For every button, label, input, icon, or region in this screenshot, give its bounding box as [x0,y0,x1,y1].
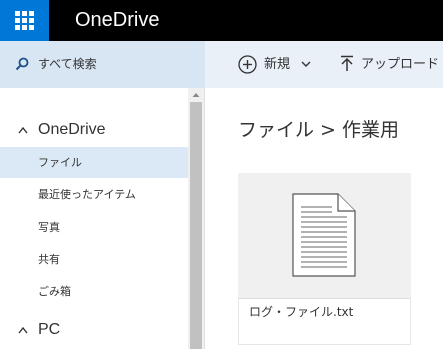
upload-button[interactable]: アップロード [338,41,443,88]
file-name-band: ログ・ファイル.txt [238,298,411,345]
search-icon [15,57,29,71]
new-button[interactable]: 新規 [238,41,318,88]
sidebar-item-files[interactable]: ファイル [0,147,188,178]
search-input[interactable]: すべて検索 [38,41,97,88]
sidebar-nav: OneDrive ファイル 最近使ったアイテム 写真 共有 ごみ箱 PC [0,88,188,349]
sidebar-section-pc[interactable]: PC [0,316,188,344]
sidebar-section-label: PC [38,321,61,338]
scrollbar-thumb[interactable] [190,102,202,349]
sidebar-scrollbar[interactable] [188,88,204,349]
breadcrumb-separator: > [320,119,336,141]
sidebar-item-recycle-bin[interactable]: ごみ箱 [0,276,188,307]
add-circle-icon [238,55,257,74]
scroll-up-arrow-icon[interactable] [188,88,204,102]
pane-divider [204,88,205,349]
upload-button-label: アップロード [361,57,440,72]
chevron-up-icon [18,126,28,134]
sidebar-item-label: 写真 [38,221,60,234]
upload-icon [341,55,353,71]
sidebar-item-label: 共有 [38,253,60,266]
file-thumbnail [238,173,411,298]
breadcrumb-current: 作業用 [341,119,399,141]
app-launcher-button[interactable] [0,0,49,41]
chevron-down-icon [301,61,311,67]
search-box[interactable]: すべて検索 [0,41,205,88]
breadcrumb: ファイル > 作業用 [238,116,399,144]
top-bar: OneDrive [0,0,443,41]
sidebar-item-recent[interactable]: 最近使ったアイテム [0,179,188,210]
new-button-label: 新規 [264,57,291,72]
sidebar-section-onedrive[interactable]: OneDrive [0,116,188,144]
sidebar-section-label: OneDrive [38,121,106,138]
sidebar-item-label: ごみ箱 [38,285,71,298]
sidebar-item-label: 最近使ったアイテム [38,188,136,201]
sidebar-item-shared[interactable]: 共有 [0,244,188,275]
breadcrumb-root[interactable]: ファイル [238,119,314,141]
file-name[interactable]: ログ・ファイル.txt [249,303,353,320]
sidebar-item-label: ファイル [38,156,82,169]
sidebar-item-photos[interactable]: 写真 [0,212,188,243]
chevron-up-icon [18,326,28,334]
file-tile[interactable]: ログ・ファイル.txt [238,173,411,345]
text-document-icon [292,193,356,277]
app-title[interactable]: OneDrive [75,0,159,41]
waffle-icon [15,11,34,30]
